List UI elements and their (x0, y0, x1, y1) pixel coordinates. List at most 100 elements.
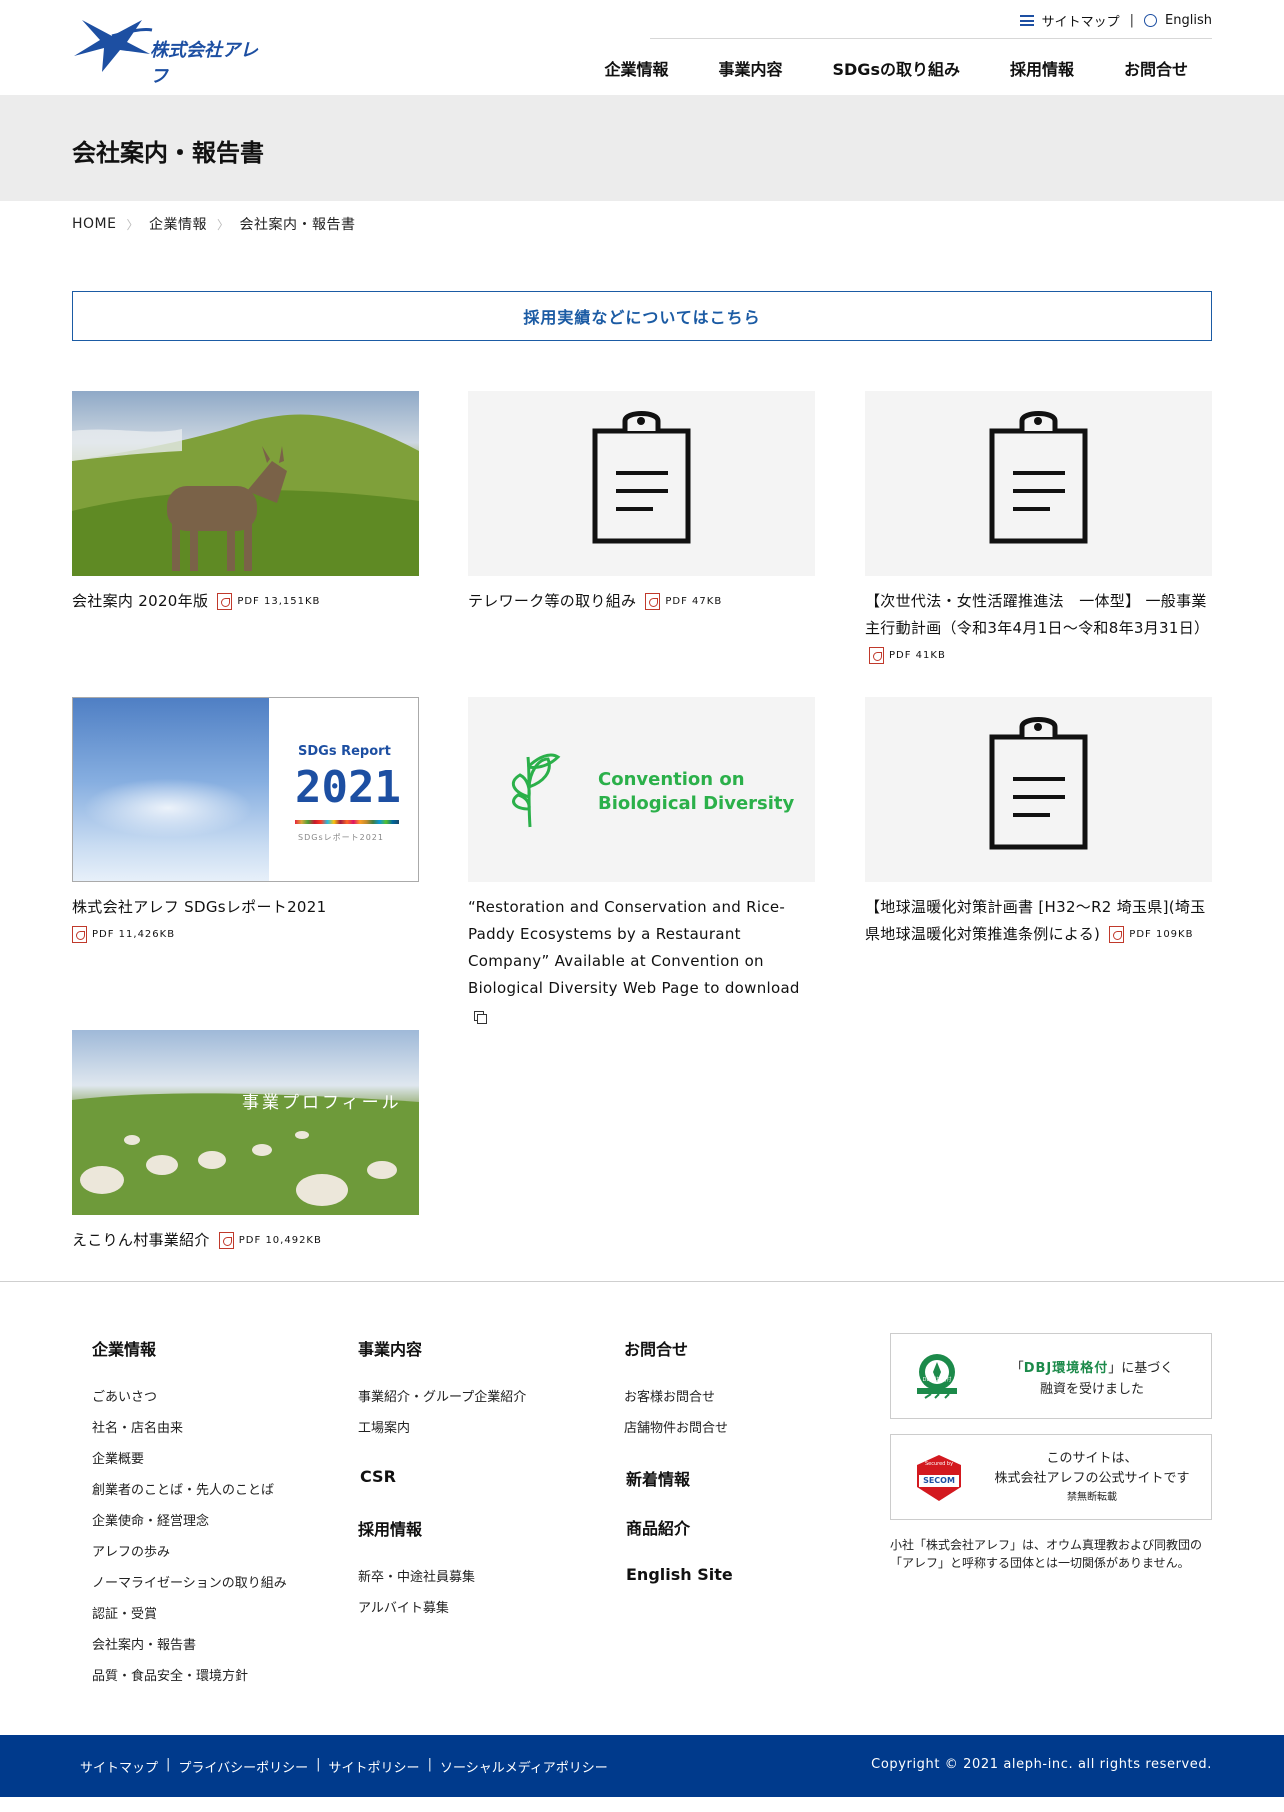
report-title[interactable]: 会社案内 2020年版 (72, 592, 208, 610)
footer-col-company: 企業情報 ごあいさつ 社名・店名由来 企業概要 創業者のことば・先人のことば 企… (92, 1336, 287, 1692)
nav-item-business[interactable]: 事業内容 (693, 56, 807, 80)
social-media-policy-link[interactable]: ソーシャルメディアポリシー (440, 1757, 608, 1776)
divider: | (427, 1757, 432, 1772)
logo-text: 株式会社アレフ (150, 40, 258, 87)
pdf-badge: PDF 41KB (869, 642, 946, 669)
report-cover-year: 2021 (295, 762, 401, 813)
dbj-text: 融資を受けました (1039, 1382, 1144, 1397)
footer-csr-link[interactable]: CSR (360, 1467, 396, 1486)
sitemap-link[interactable]: サイトマップ (1042, 11, 1120, 30)
footer-link[interactable]: アルバイト募集 (358, 1593, 475, 1624)
sheep-photo[interactable]: 事業プロフィール (72, 1030, 419, 1215)
footer-english-site-link[interactable]: English Site (626, 1565, 733, 1584)
footer-heading[interactable]: 企業情報 (92, 1336, 287, 1360)
secom-banner[interactable]: Secured by SECOM このサイトは、 株式会社アレフの公式サイトです… (890, 1434, 1212, 1520)
footer-link[interactable]: ごあいさつ (92, 1382, 287, 1413)
utility-nav: サイトマップ | English (1019, 10, 1212, 30)
footer-heading[interactable]: 採用情報 (358, 1516, 475, 1540)
footer-link[interactable]: 認証・受賞 (92, 1599, 287, 1630)
global-nav: 企業情報 事業内容 SDGsの取り組み 採用情報 お問合せ (579, 56, 1212, 80)
file-size: PDF 13,151KB (237, 596, 321, 607)
footer-link[interactable]: 店舗物件お問合せ (624, 1413, 728, 1444)
footer-products-link[interactable]: 商品紹介 (626, 1515, 690, 1539)
clipboard-icon[interactable] (865, 391, 1212, 576)
footer-link[interactable]: 企業使命・経営理念 (92, 1506, 287, 1537)
footer-link[interactable]: 企業概要 (92, 1444, 287, 1475)
footer-link[interactable]: お客様お問合せ (624, 1382, 728, 1413)
chevron-right-icon: 〉 (217, 217, 230, 232)
page-title-band: 会社案内・報告書 (0, 95, 1284, 201)
report-title[interactable]: 【次世代法・女性活躍推進法 一体型】 一般事業主行動計画（令和3年4月1日～令和… (865, 592, 1209, 637)
footer-heading[interactable]: 事業内容 (358, 1336, 526, 1360)
photo-overlay-title: 事業プロフィール (242, 1093, 402, 1113)
nav-item-contact[interactable]: お問合せ (1099, 56, 1212, 80)
external-link-icon (474, 1010, 487, 1024)
file-size: PDF 47KB (665, 596, 723, 607)
breadcrumb-company[interactable]: 企業情報 (149, 214, 207, 234)
nav-item-sdgs[interactable]: SDGsの取り組み (808, 56, 985, 80)
breadcrumb-current: 会社案内・報告書 (239, 217, 356, 233)
pdf-icon (1109, 926, 1125, 943)
footer-link[interactable]: 事業紹介・グループ企業紹介 (358, 1382, 526, 1413)
page-title: 会社案内・報告書 (72, 139, 264, 167)
recruit-results-button[interactable]: 採用実績などについてはこちら (72, 291, 1212, 341)
cbd-logo-thumb[interactable]: Convention on Biological Diversity (468, 697, 815, 882)
donkey-photo[interactable] (72, 391, 419, 576)
file-size: PDF 41KB (889, 650, 946, 661)
breadcrumb: HOME 〉 企業情報 〉 会社案内・報告書 (72, 214, 356, 234)
nav-item-company[interactable]: 企業情報 (579, 56, 693, 80)
english-link[interactable]: English (1165, 13, 1212, 28)
header-divider (650, 38, 1212, 39)
report-title[interactable]: えこりん村事業紹介 (72, 1231, 210, 1249)
pdf-badge: PDF 11,426KB (72, 921, 175, 948)
footer-col-business: 事業内容 事業紹介・グループ企業紹介 工場案内 (358, 1336, 526, 1444)
bottom-bar: サイトマップ | プライバシーポリシー | サイトポリシー | ソーシャルメディ… (0, 1735, 1284, 1797)
footer-link[interactable]: 創業者のことば・先人のことば (92, 1475, 287, 1506)
disclaimer-note: 小社「株式会社アレフ」は、オウム真理教および同教団の「アレフ」と呼称する団体とは… (890, 1538, 1203, 1570)
company-logo[interactable]: 株式会社アレフ (72, 14, 272, 87)
sdgs-report-cover[interactable]: SDGs Report 2021 SDGsレポート2021 (72, 697, 419, 882)
report-card: 【地球温暖化対策計画書 [H32〜R2 埼玉県](埼玉県地球温暖化対策推進条例に… (865, 697, 1212, 948)
pdf-badge: PDF 109KB (1109, 921, 1193, 948)
pdf-icon (217, 593, 233, 610)
cbd-logo-line1: Convention on (598, 769, 745, 790)
breadcrumb-home[interactable]: HOME (72, 216, 116, 232)
report-card: 会社案内 2020年版 PDF 13,151KB (72, 391, 419, 615)
footer-heading[interactable]: お問合せ (624, 1336, 728, 1360)
secom-text: このサイトは、 (1046, 1451, 1138, 1466)
footer-link[interactable]: 新卒・中途社員募集 (358, 1562, 475, 1593)
clipboard-icon[interactable] (468, 391, 815, 576)
footer-link[interactable]: 品質・食品安全・環境方針 (92, 1661, 287, 1692)
footer-link[interactable]: 社名・店名由来 (92, 1413, 287, 1444)
pdf-badge: PDF 10,492KB (218, 1227, 322, 1254)
file-size: PDF 109KB (1129, 929, 1194, 940)
footer-divider (0, 1281, 1284, 1282)
footer-news-link[interactable]: 新着情報 (626, 1466, 690, 1490)
file-size: PDF 10,492KB (238, 1235, 322, 1246)
file-size: PDF 11,426KB (92, 929, 176, 940)
sitemap-link[interactable]: サイトマップ (80, 1757, 158, 1776)
divider: | (1129, 12, 1135, 28)
report-cover-title: SDGs Report (298, 744, 391, 759)
footer-link[interactable]: 工場案内 (358, 1413, 526, 1444)
footer-link[interactable]: アレフの歩み (92, 1537, 287, 1568)
site-policy-link[interactable]: サイトポリシー (329, 1757, 420, 1776)
report-card: テレワーク等の取り組み PDF 47KB (468, 391, 815, 615)
dbj-text: 」に基づく (1108, 1361, 1174, 1376)
clipboard-icon[interactable] (865, 697, 1212, 882)
cbd-logo-line2: Biological Diversity (598, 793, 795, 814)
nav-item-recruit[interactable]: 採用情報 (985, 56, 1099, 80)
pdf-badge: PDF 13,151KB (217, 588, 320, 615)
report-title[interactable]: 株式会社アレフ SDGsレポート2021 (72, 898, 326, 916)
footer-link[interactable]: 会社案内・報告書 (92, 1630, 287, 1661)
dbj-banner[interactable]: DBJ環境格付 「DBJ環境格付」に基づく 融資を受けました (890, 1333, 1212, 1419)
cbd-download-link[interactable]: “Restoration and Conservation and Rice-P… (468, 898, 800, 997)
dbj-text: 「 (1010, 1361, 1024, 1376)
report-title[interactable]: テレワーク等の取り組み (468, 592, 636, 610)
report-card: SDGs Report 2021 SDGsレポート2021 株式会社アレフ SD… (72, 697, 419, 948)
dbj-badge-label: DBJ環境格付 (922, 1377, 952, 1383)
privacy-policy-link[interactable]: プライバシーポリシー (178, 1757, 308, 1776)
footer-link[interactable]: ノーマライゼーションの取り組み (92, 1568, 287, 1599)
sitemap-icon (1019, 14, 1034, 26)
cloud-shape (83, 778, 253, 838)
